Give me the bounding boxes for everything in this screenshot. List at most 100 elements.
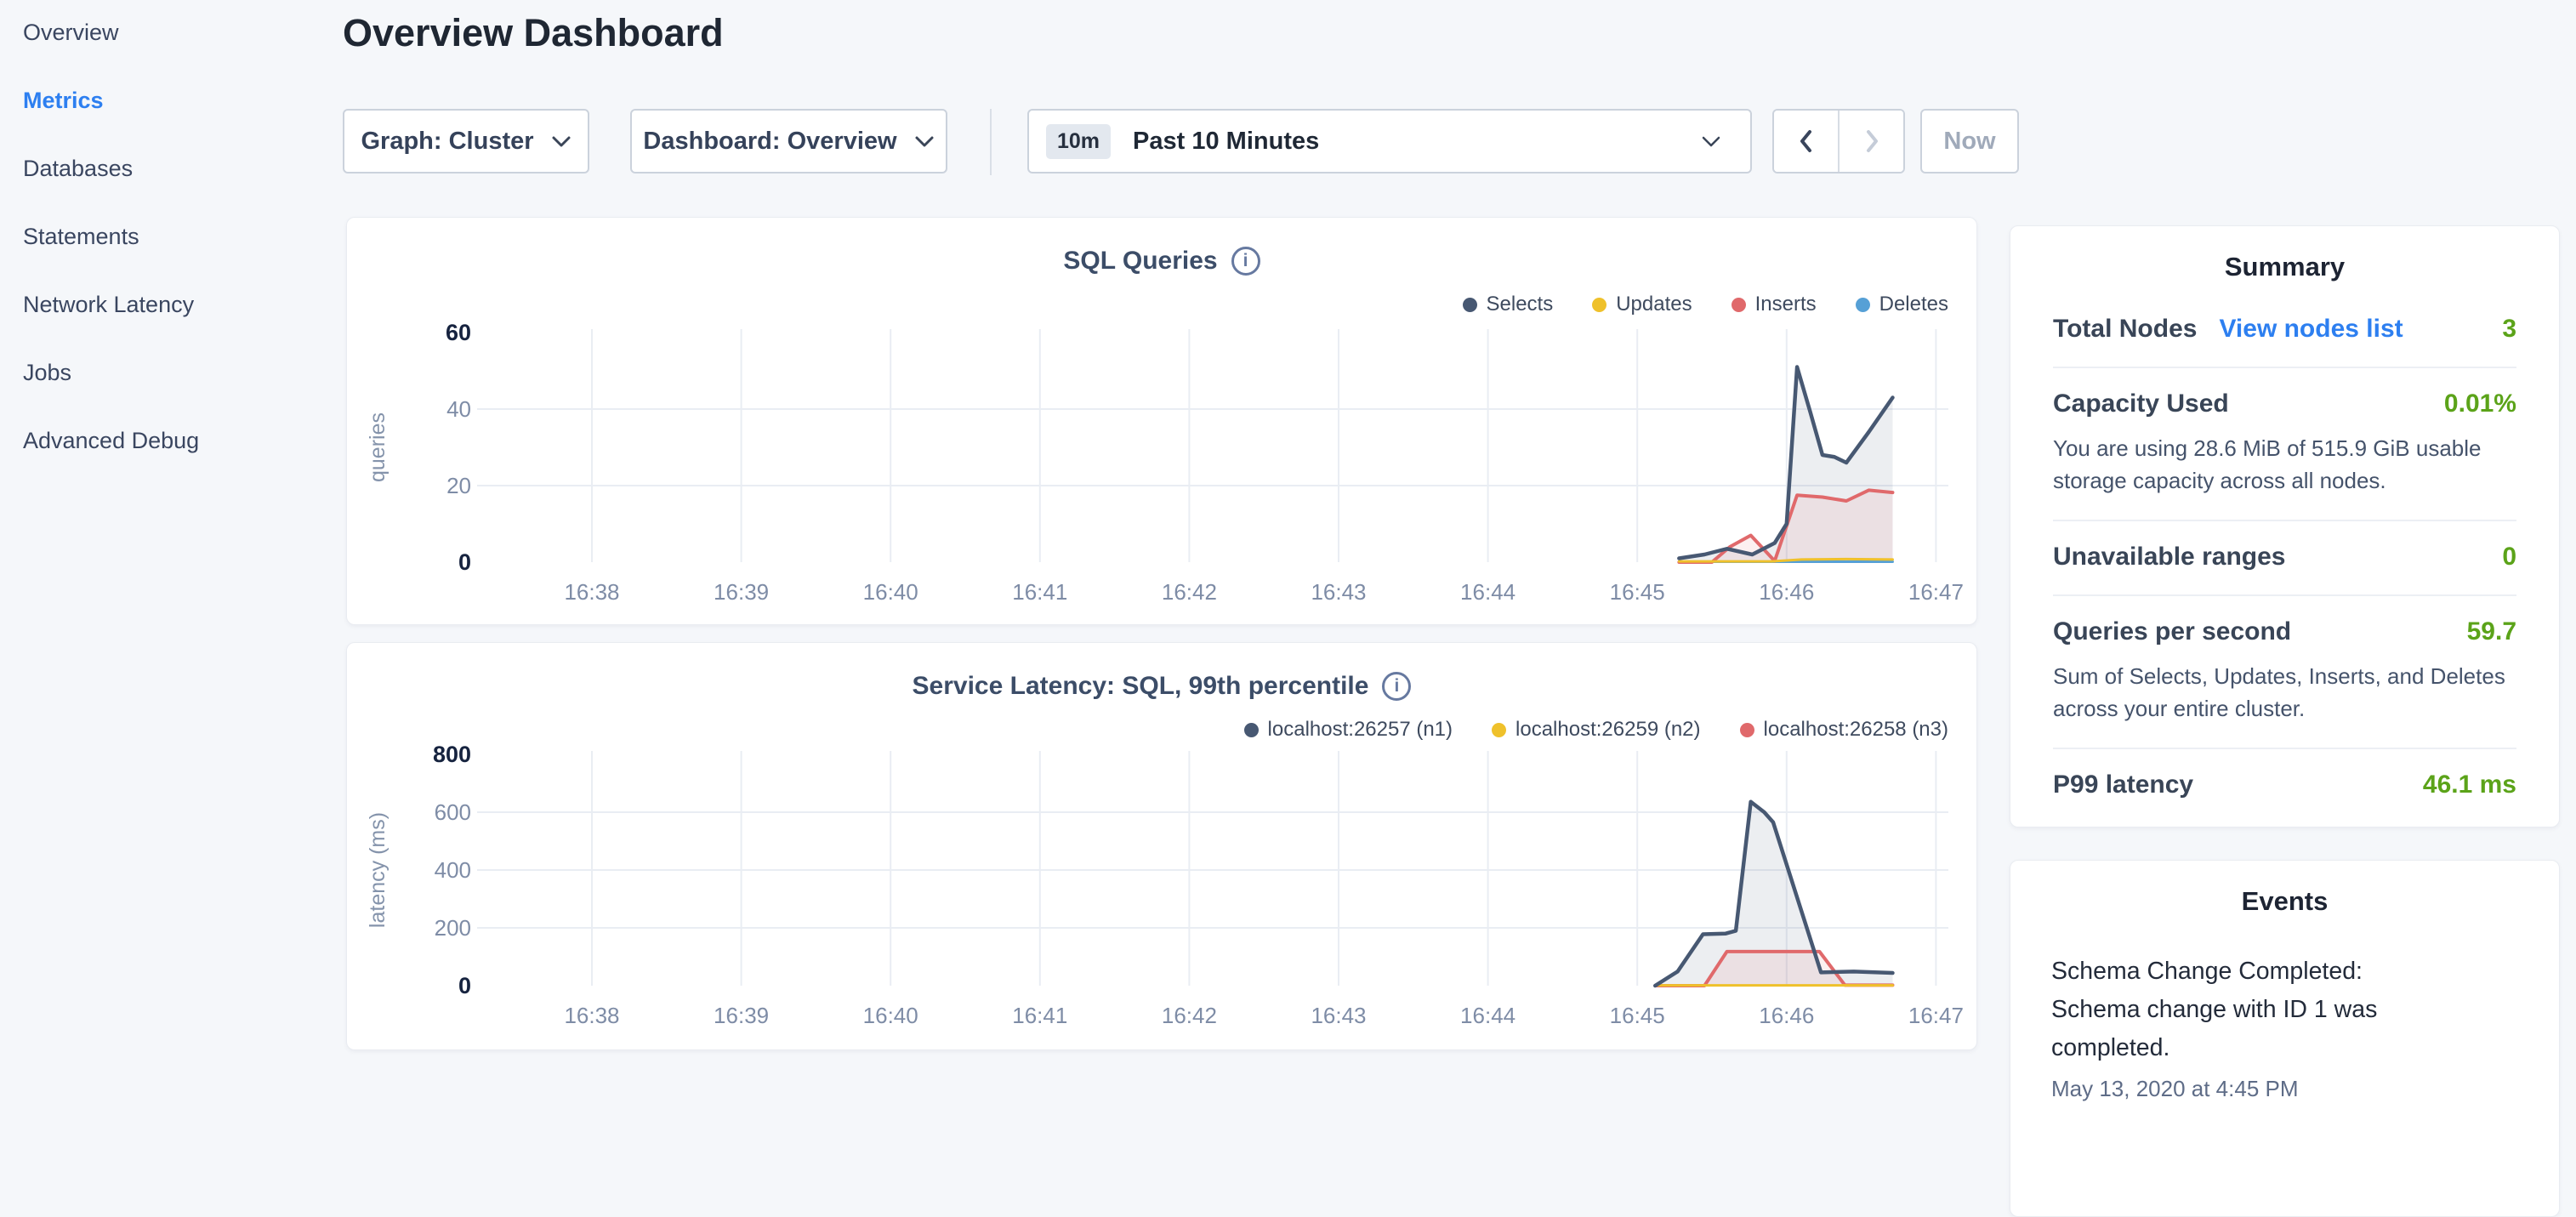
info-icon[interactable]: i xyxy=(1382,672,1411,701)
sidebar-item-metrics[interactable]: Metrics xyxy=(23,85,199,116)
summary-subtext: You are using 28.6 MiB of 515.9 GiB usab… xyxy=(2053,432,2516,497)
sidebar-item-statements[interactable]: Statements xyxy=(23,221,199,252)
sidebar-item-databases[interactable]: Databases xyxy=(23,153,199,184)
summary-row-queries-per-second: Queries per second59.7Sum of Selects, Up… xyxy=(2053,594,2516,748)
time-pager xyxy=(1772,109,1905,173)
svg-text:16:40: 16:40 xyxy=(863,1003,918,1028)
svg-text:20: 20 xyxy=(446,473,471,498)
page-title: Overview Dashboard xyxy=(343,7,724,60)
service-latency-chart[interactable]: 16:3816:3916:4016:4116:4216:4316:4416:45… xyxy=(347,643,1976,1049)
legend-item-localhost-26257-n1-: localhost:26257 (n1) xyxy=(1244,718,1453,742)
chevron-right-icon xyxy=(1862,128,1881,154)
svg-text:queries: queries xyxy=(366,412,390,482)
svg-text:0: 0 xyxy=(458,973,471,998)
time-window-picker[interactable]: 10m Past 10 Minutes xyxy=(1027,109,1752,173)
svg-text:16:42: 16:42 xyxy=(1162,579,1217,605)
summary-row-unavailable-ranges: Unavailable ranges 0 xyxy=(2053,520,2516,594)
svg-text:200: 200 xyxy=(435,915,471,941)
svg-text:16:40: 16:40 xyxy=(863,579,918,605)
event-text: Schema Change Completed: Schema change w… xyxy=(2051,953,2451,1067)
legend-label: localhost:26259 (n2) xyxy=(1515,718,1700,742)
summary-row-total-nodes: Total NodesView nodes list3 xyxy=(2053,315,2516,367)
summary-subtext: Sum of Selects, Updates, Inserts, and De… xyxy=(2053,660,2516,725)
chevron-down-icon xyxy=(914,135,935,148)
summary-value: 0 xyxy=(2502,543,2516,572)
legend-item-selects: Selects xyxy=(1463,293,1554,316)
chart-title: SQL Queries xyxy=(1063,247,1217,276)
dashboard-dropdown-label: Dashboard: Overview xyxy=(643,128,896,156)
event-item[interactable]: Schema Change Completed: Schema change w… xyxy=(2051,953,2518,1102)
summary-panel: Summary Total NodesView nodes list3Capac… xyxy=(2010,225,2560,827)
summary-value: 0.01% xyxy=(2444,390,2516,418)
summary-row-p99-latency: P99 latency 46.1 ms xyxy=(2053,748,2516,822)
chart-legend: localhost:26257 (n1) localhost:26259 (n2)… xyxy=(1244,718,1948,742)
prev-time-button[interactable] xyxy=(1774,111,1838,172)
legend-dot xyxy=(1592,298,1606,312)
events-panel: Events Schema Change Completed: Schema c… xyxy=(2010,860,2560,1217)
legend-dot xyxy=(1732,298,1746,312)
chevron-down-icon xyxy=(551,135,571,148)
cockroachdb-admin-ui: Overview Metrics Databases Statements Networ… xyxy=(0,0,2576,1051)
sidebar-item-network-latency[interactable]: Network Latency xyxy=(23,289,199,320)
legend-item-localhost-26258-n3-: localhost:26258 (n3) xyxy=(1740,718,1948,742)
events-list: Schema Change Completed: Schema change w… xyxy=(2010,953,2559,1102)
svg-text:800: 800 xyxy=(433,742,471,767)
legend-label: localhost:26257 (n1) xyxy=(1268,718,1453,742)
legend-dot xyxy=(1244,723,1259,737)
graph-dropdown-label: Graph: Cluster xyxy=(361,128,533,156)
svg-text:16:44: 16:44 xyxy=(1460,579,1515,605)
svg-text:16:39: 16:39 xyxy=(714,1003,769,1028)
sidebar-item-advanced-debug[interactable]: Advanced Debug xyxy=(23,425,199,456)
svg-text:16:41: 16:41 xyxy=(1012,1003,1067,1028)
svg-text:16:46: 16:46 xyxy=(1759,1003,1814,1028)
summary-value: 59.7 xyxy=(2467,617,2516,646)
summary-value: 3 xyxy=(2502,315,2516,344)
sidebar-item-jobs[interactable]: Jobs xyxy=(23,357,199,388)
next-time-button[interactable] xyxy=(1838,111,1903,172)
svg-text:16:45: 16:45 xyxy=(1610,579,1665,605)
legend-item-inserts: Inserts xyxy=(1732,293,1817,316)
sidebar: Overview Metrics Databases Statements Networ… xyxy=(23,17,199,456)
svg-text:0: 0 xyxy=(458,549,471,575)
graph-dropdown[interactable]: Graph: Cluster xyxy=(343,109,589,173)
svg-text:600: 600 xyxy=(435,799,471,825)
legend-label: localhost:26258 (n3) xyxy=(1764,718,1948,742)
svg-text:40: 40 xyxy=(446,396,471,422)
info-icon[interactable]: i xyxy=(1231,247,1260,276)
svg-text:60: 60 xyxy=(446,320,471,345)
legend-label: Deletes xyxy=(1879,293,1948,316)
svg-text:16:47: 16:47 xyxy=(1908,1003,1964,1028)
svg-text:16:43: 16:43 xyxy=(1311,1003,1366,1028)
svg-text:16:42: 16:42 xyxy=(1162,1003,1217,1028)
legend-item-deletes: Deletes xyxy=(1856,293,1948,316)
chart-title: Service Latency: SQL, 99th percentile xyxy=(913,672,1369,701)
svg-text:16:43: 16:43 xyxy=(1311,579,1366,605)
time-window-badge: 10m xyxy=(1046,124,1111,159)
divider xyxy=(990,109,992,175)
legend-dot xyxy=(1463,298,1477,312)
now-button[interactable]: Now xyxy=(1920,109,2019,173)
dashboard-dropdown[interactable]: Dashboard: Overview xyxy=(630,109,947,173)
chevron-down-icon xyxy=(1701,135,1721,148)
sql-queries-chart[interactable]: 16:3816:3916:4016:4116:4216:4316:4416:45… xyxy=(347,218,1976,624)
view-nodes-list-link[interactable]: View nodes list xyxy=(2219,315,2403,344)
legend-item-updates: Updates xyxy=(1592,293,1692,316)
summary-row-capacity-used: Capacity Used 0.01% You are using 28.6 MiB… xyxy=(2053,367,2516,520)
summary-value: 46.1 ms xyxy=(2423,771,2516,799)
time-window-label: Past 10 Minutes xyxy=(1133,128,1319,156)
summary-label: Unavailable ranges xyxy=(2053,543,2285,572)
svg-text:latency (ms): latency (ms) xyxy=(366,812,390,928)
legend-dot xyxy=(1856,298,1870,312)
summary-title: Summary xyxy=(2010,252,2559,282)
chevron-left-icon xyxy=(1797,128,1816,154)
legend-dot xyxy=(1740,723,1754,737)
svg-text:400: 400 xyxy=(435,857,471,883)
svg-text:16:45: 16:45 xyxy=(1610,1003,1665,1028)
legend-label: Selects xyxy=(1487,293,1554,316)
summary-label: Capacity Used xyxy=(2053,390,2229,418)
summary-label: P99 latency xyxy=(2053,771,2193,799)
sidebar-item-overview[interactable]: Overview xyxy=(23,17,199,48)
svg-text:16:39: 16:39 xyxy=(714,579,769,605)
svg-text:16:46: 16:46 xyxy=(1759,579,1814,605)
svg-text:16:47: 16:47 xyxy=(1908,579,1964,605)
